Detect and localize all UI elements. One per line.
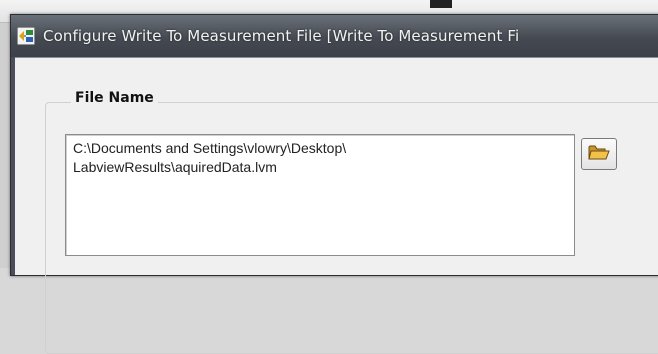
open-folder-icon (588, 143, 610, 165)
background-artifact (430, 0, 452, 8)
browse-file-button[interactable] (581, 138, 617, 170)
labview-express-vi-icon (16, 26, 36, 46)
file-path-input[interactable]: C:\Documents and Settings\vlowry\Desktop… (65, 134, 575, 256)
dialog-client-area: File Name C:\Documents and Settings\vlow… (15, 57, 658, 354)
dialog-title: Configure Write To Measurement File [Wri… (43, 27, 520, 45)
file-name-label: File Name (71, 90, 158, 106)
configure-dialog: Configure Write To Measurement File [Wri… (10, 14, 658, 354)
dialog-titlebar[interactable]: Configure Write To Measurement File [Wri… (11, 15, 658, 57)
